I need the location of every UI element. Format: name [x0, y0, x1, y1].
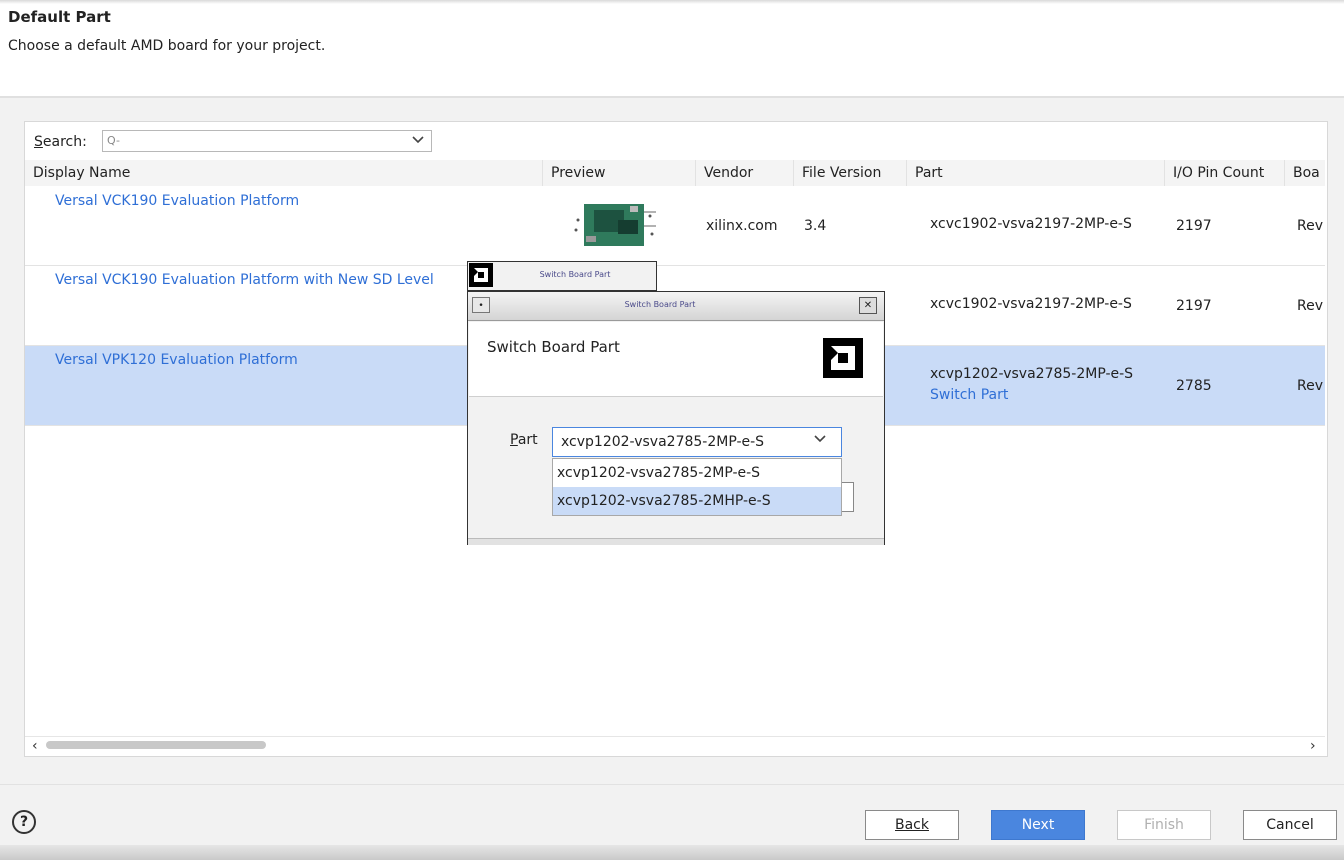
- amd-logo-icon: [823, 338, 863, 378]
- page-title: Default Part: [8, 8, 111, 26]
- search-label-mnemonic: S: [34, 134, 43, 150]
- part-option-highlighted[interactable]: xcvp1202-vsva2785-2MHP-e-S: [553, 487, 841, 515]
- search-label: Search:: [34, 134, 87, 150]
- part-option[interactable]: xcvp1202-vsva2785-2MP-e-S: [553, 459, 841, 487]
- column-header-display-name[interactable]: Display Name: [25, 160, 543, 186]
- header-divider: [0, 96, 1344, 98]
- scroll-right-icon[interactable]: ›: [1310, 738, 1316, 754]
- dialog-window-title: Switch Board Part: [624, 300, 696, 309]
- column-header-part[interactable]: Part: [907, 160, 1165, 186]
- row-display-name[interactable]: Versal VPK120 Evaluation Platform: [55, 352, 298, 368]
- next-button[interactable]: Next: [991, 810, 1085, 840]
- board-preview-image: [566, 190, 660, 260]
- amd-logo-icon: [469, 263, 493, 287]
- finish-button[interactable]: Finish: [1117, 810, 1211, 840]
- row-display-name[interactable]: Versal VCK190 Evaluation Platform with N…: [55, 272, 434, 288]
- column-header-file-version[interactable]: File Version: [794, 160, 907, 186]
- search-icon: Q-: [107, 134, 120, 147]
- chevron-down-icon[interactable]: [814, 433, 826, 448]
- column-header-board-rev[interactable]: Boa: [1285, 160, 1325, 186]
- row-vendor: xilinx.com: [706, 218, 778, 234]
- window-menu-icon[interactable]: •: [472, 297, 490, 313]
- row-board-rev: Rev: [1297, 378, 1323, 394]
- dialog-bottom-edge: [468, 538, 884, 545]
- row-io-pin-count: 2197: [1176, 298, 1212, 314]
- footer-divider: [0, 784, 1344, 785]
- chevron-down-icon[interactable]: [410, 133, 426, 149]
- row-display-name[interactable]: Versal VCK190 Evaluation Platform: [55, 193, 299, 209]
- cancel-button[interactable]: Cancel: [1243, 810, 1337, 840]
- part-select[interactable]: xcvp1202-vsva2785-2MP-e-S: [552, 427, 842, 457]
- part-label-mnemonic: P: [510, 432, 518, 448]
- back-button-label: Back: [895, 817, 929, 833]
- window-bottom-edge: [0, 845, 1344, 860]
- scrollbar-thumb[interactable]: [46, 741, 266, 749]
- row-part: xcvp1202-vsva2785-2MP-e-S: [930, 366, 1134, 382]
- column-header-io-pin-count[interactable]: I/O Pin Count: [1165, 160, 1285, 186]
- search-label-rest: earch:: [42, 134, 87, 150]
- help-icon[interactable]: ?: [12, 810, 36, 834]
- switch-part-link[interactable]: Switch Part: [930, 387, 1008, 403]
- close-icon[interactable]: ✕: [859, 297, 877, 314]
- part-label-rest: art: [517, 432, 538, 448]
- row-io-pin-count: 2785: [1176, 378, 1212, 394]
- row-board-rev: Rev: [1297, 298, 1323, 314]
- row-part: xcvc1902-vsva2197-2MP-e-S: [930, 216, 1132, 232]
- column-header-vendor[interactable]: Vendor: [696, 160, 794, 186]
- hidden-dialog-button: [840, 482, 854, 512]
- scroll-left-icon[interactable]: ‹: [32, 738, 38, 754]
- row-board-rev: Rev: [1297, 218, 1323, 234]
- part-label: Part: [510, 432, 538, 448]
- row-part: xcvc1902-vsva2197-2MP-e-S: [930, 296, 1132, 312]
- search-input[interactable]: [102, 130, 432, 152]
- dialog-heading: Switch Board Part: [487, 338, 620, 356]
- page-subtitle: Choose a default AMD board for your proj…: [8, 38, 326, 54]
- row-io-pin-count: 2197: [1176, 218, 1212, 234]
- back-button[interactable]: Back: [865, 810, 959, 840]
- background-window-title: Switch Board Part: [539, 270, 611, 279]
- row-file-version: 3.4: [804, 218, 827, 234]
- column-header-preview[interactable]: Preview: [543, 160, 696, 186]
- dialog-header: [469, 322, 883, 397]
